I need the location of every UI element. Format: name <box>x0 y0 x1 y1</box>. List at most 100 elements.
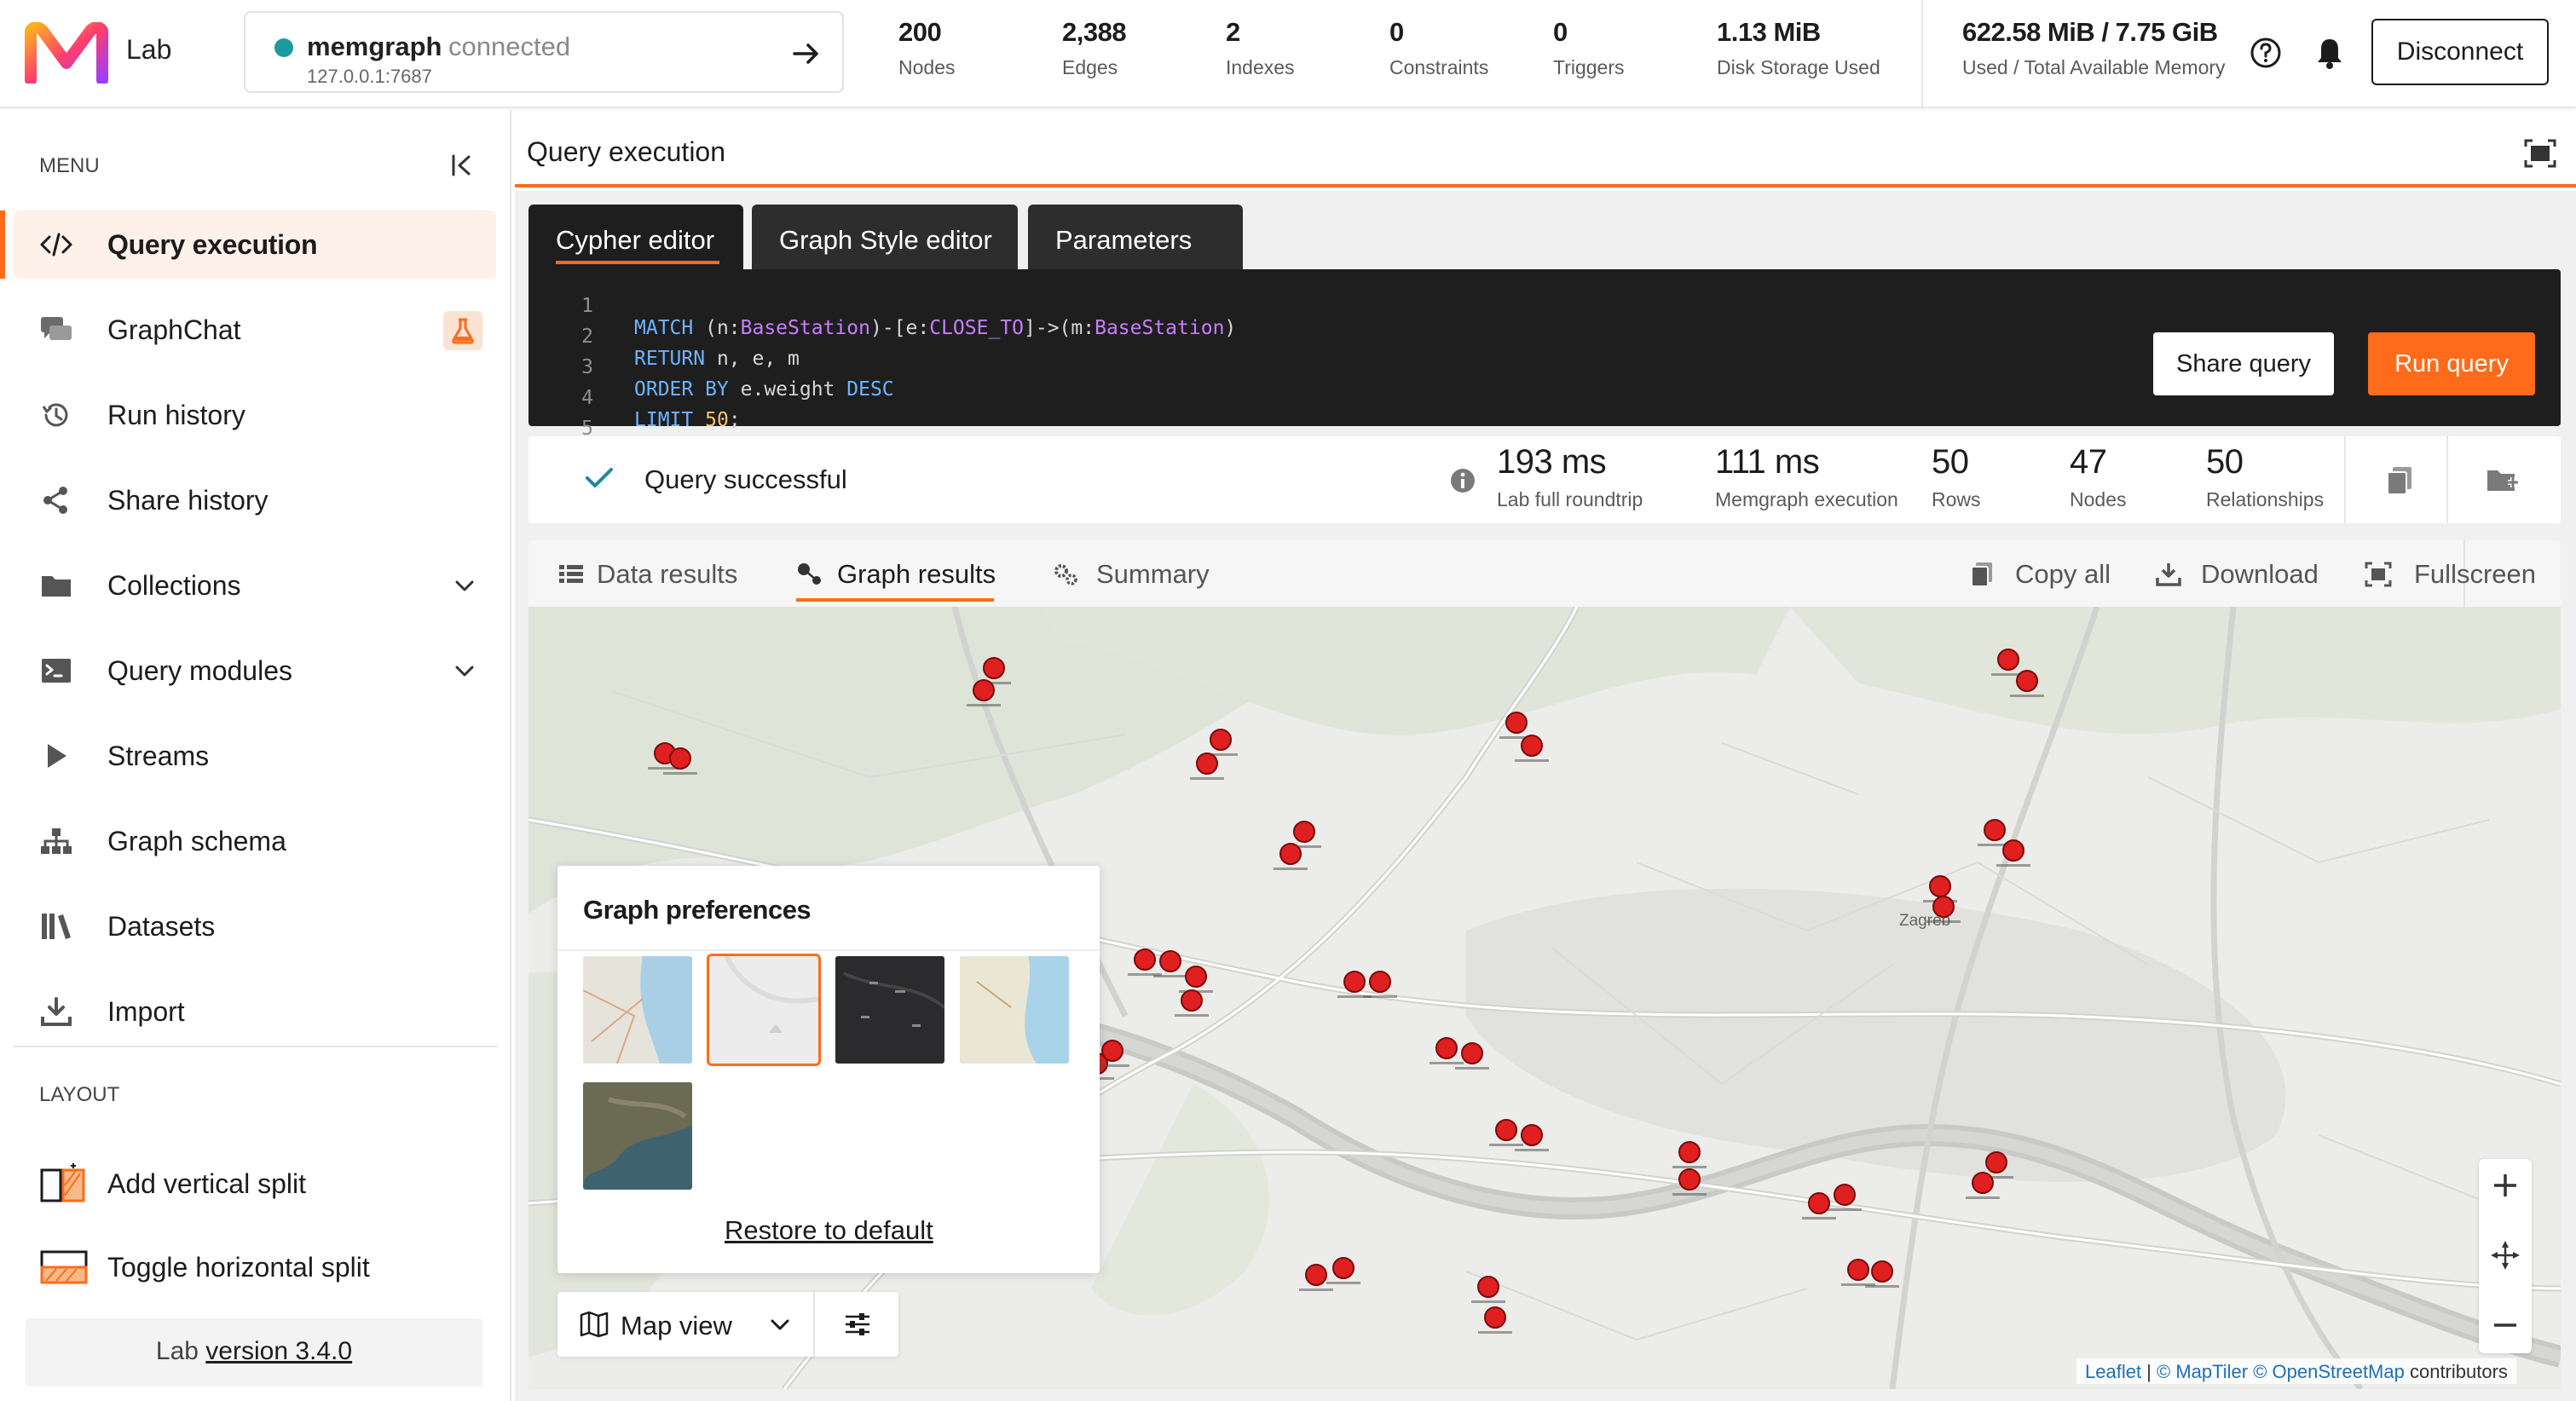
map-node[interactable] <box>1435 1037 1458 1059</box>
help-icon[interactable] <box>2249 36 2283 70</box>
map-node[interactable] <box>1521 1124 1543 1146</box>
map-node[interactable] <box>1678 1168 1701 1191</box>
download-button[interactable]: Download <box>2201 559 2319 590</box>
sidebar-item-share-history[interactable]: Share history <box>14 466 496 534</box>
map-node[interactable] <box>1808 1192 1830 1214</box>
map-node[interactable] <box>1932 896 1955 918</box>
chevron-down-icon[interactable] <box>452 659 477 684</box>
map-node[interactable] <box>1505 712 1528 734</box>
map-style-light[interactable] <box>707 954 821 1066</box>
graph-results-icon <box>798 563 821 585</box>
share-query-button[interactable]: Share query <box>2153 332 2334 395</box>
map-node[interactable] <box>1871 1260 1893 1283</box>
sidebar-item-datasets[interactable]: Datasets <box>14 892 496 960</box>
map-node[interactable] <box>983 657 1005 679</box>
map-node-label <box>1274 868 1308 870</box>
sidebar-item-toggle-horizontal-split[interactable]: Toggle horizontal split <box>14 1233 496 1301</box>
sliders-icon[interactable] <box>842 1309 873 1340</box>
zoom-out-icon[interactable] <box>2479 1299 2532 1352</box>
sidebar-item-query-modules[interactable]: Query modules <box>14 637 496 705</box>
map-node[interactable] <box>1997 649 2019 671</box>
maximize-panel-icon[interactable] <box>2523 138 2557 169</box>
map-node[interactable] <box>1461 1042 1483 1064</box>
save-to-collection-icon[interactable] <box>2486 465 2520 496</box>
tab-parameters[interactable]: Parameters <box>1028 205 1243 269</box>
map-node[interactable] <box>1293 821 1315 843</box>
sidebar-item-collections[interactable]: Collections <box>14 551 496 620</box>
map-node[interactable] <box>1159 950 1181 972</box>
code-line: 5 <box>581 418 593 440</box>
map-node[interactable] <box>2016 670 2038 692</box>
chevron-down-icon[interactable] <box>452 574 477 599</box>
fullscreen-button[interactable]: Fullscreen <box>2414 559 2536 590</box>
map-style-satellite[interactable] <box>583 1082 692 1190</box>
osm-link[interactable]: © OpenStreetMap <box>2253 1361 2405 1382</box>
sidebar-item-import[interactable]: Import <box>14 977 496 1046</box>
recenter-icon[interactable] <box>2479 1229 2532 1282</box>
map-node[interactable] <box>1521 735 1543 757</box>
map-node[interactable] <box>1343 971 1366 993</box>
sidebar-item-run-history[interactable]: Run history <box>14 381 496 449</box>
map-style-outdoor[interactable] <box>960 956 1069 1064</box>
map-style-dark[interactable] <box>835 956 944 1064</box>
map-node[interactable] <box>1984 819 2006 841</box>
fullscreen-icon[interactable] <box>2365 562 2392 587</box>
map-node[interactable] <box>1185 966 1207 988</box>
version-link[interactable]: version 3.4.0 <box>205 1337 352 1365</box>
map-view-select[interactable]: Map view <box>621 1311 732 1341</box>
map-node[interactable] <box>1101 1040 1123 1062</box>
zoom-in-icon[interactable] <box>2479 1159 2532 1212</box>
copy-all-button[interactable]: Copy all <box>2015 559 2111 590</box>
tab-cypher-editor[interactable]: Cypher editor <box>528 205 743 269</box>
map-node[interactable] <box>669 747 691 770</box>
map-style-osm[interactable] <box>583 956 692 1064</box>
download-icon[interactable] <box>2155 562 2182 587</box>
run-query-button[interactable]: Run query <box>2368 332 2535 395</box>
map-node[interactable] <box>1847 1259 1869 1281</box>
map-node[interactable] <box>1495 1119 1517 1141</box>
map-node[interactable] <box>1484 1306 1506 1329</box>
connection-name: memgraph <box>307 32 442 61</box>
map-node[interactable] <box>1972 1172 1994 1194</box>
tab-summary[interactable]: Summary <box>1096 559 1210 590</box>
map-node[interactable] <box>1985 1151 2007 1173</box>
map-node[interactable] <box>1134 948 1156 971</box>
map-node[interactable] <box>1196 752 1218 775</box>
map-node[interactable] <box>1477 1276 1499 1298</box>
map-node[interactable] <box>1210 729 1232 751</box>
horizontal-split-icon <box>40 1250 88 1284</box>
disconnect-button[interactable]: Disconnect <box>2371 19 2549 85</box>
info-icon[interactable] <box>1449 467 1476 494</box>
map-node[interactable] <box>1678 1141 1701 1163</box>
sidebar-item-graphchat[interactable]: GraphChat <box>14 296 496 364</box>
map-node[interactable] <box>1834 1184 1856 1206</box>
sidebar-item-add-vertical-split[interactable]: Add vertical split <box>14 1150 496 1218</box>
connection-card[interactable]: memgraph connected 127.0.0.1:7687 <box>244 11 844 93</box>
map-node[interactable] <box>1181 989 1203 1012</box>
copy-results-icon[interactable] <box>2385 465 2414 496</box>
copy-icon[interactable] <box>1969 562 1996 587</box>
map-node[interactable] <box>973 679 995 701</box>
sidebar-item-query-execution[interactable]: Query execution <box>0 210 496 279</box>
tab-data-results[interactable]: Data results <box>597 559 737 590</box>
map-node[interactable] <box>1279 843 1302 865</box>
maptiler-link[interactable]: © MapTiler <box>2157 1361 2248 1382</box>
code-line-1-text: MATCH (n:BaseStation)-[e:CLOSE_TO]->(m:B… <box>634 317 1237 339</box>
map-node[interactable] <box>1305 1264 1327 1286</box>
leaflet-link[interactable]: Leaflet <box>2085 1361 2141 1382</box>
tab-graph-style-editor[interactable]: Graph Style editor <box>752 205 1018 269</box>
arrow-right-icon[interactable] <box>789 37 823 71</box>
sidebar-item-graph-schema[interactable]: Graph schema <box>14 807 496 875</box>
stat-triggers: 0 Triggers <box>1553 17 1625 78</box>
tab-graph-results[interactable]: Graph results <box>837 559 996 590</box>
chevron-down-icon[interactable] <box>767 1312 793 1338</box>
collapse-sidebar-icon[interactable] <box>450 153 472 178</box>
map-node[interactable] <box>1369 971 1391 993</box>
metric-relationships: 50 Relationships <box>2206 443 2325 510</box>
map-node[interactable] <box>1929 875 1951 897</box>
map-node[interactable] <box>2002 839 2024 862</box>
restore-to-default-link[interactable]: Restore to default <box>725 1215 933 1246</box>
map-node[interactable] <box>1332 1257 1354 1279</box>
sidebar-item-streams[interactable]: Streams <box>14 722 496 790</box>
bell-icon[interactable] <box>2313 36 2346 70</box>
